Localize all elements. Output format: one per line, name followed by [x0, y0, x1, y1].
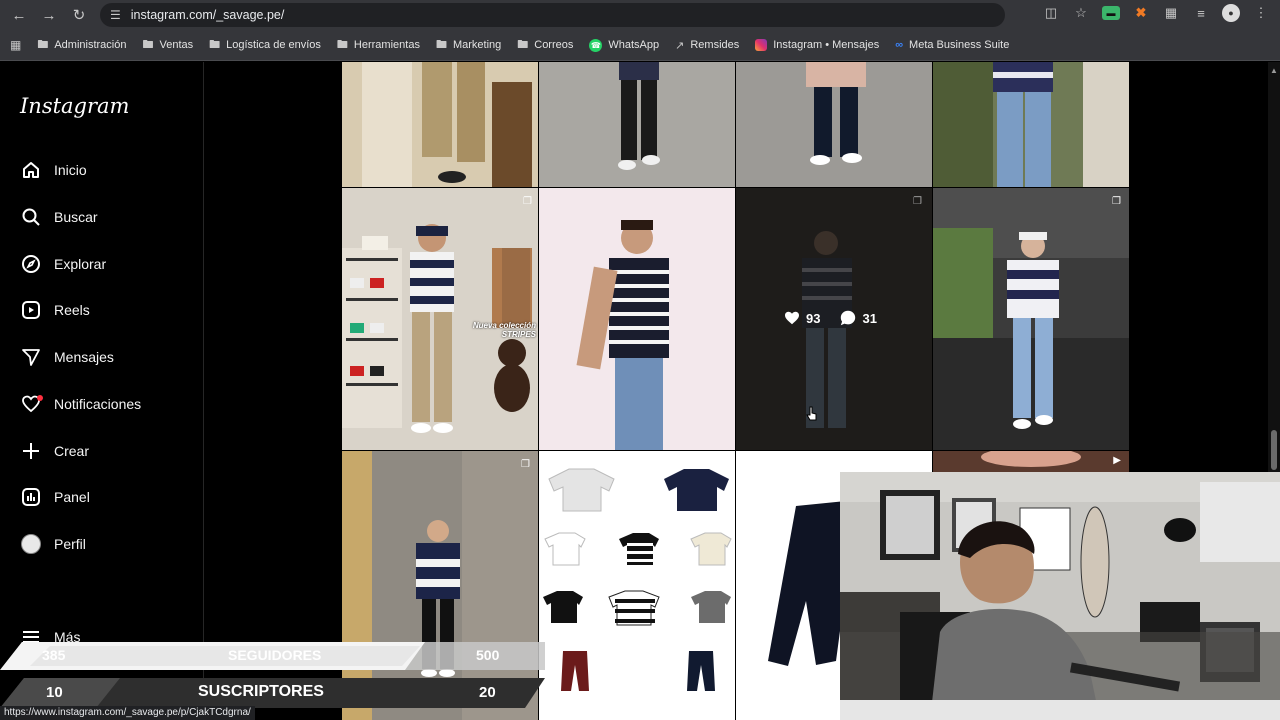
url-text[interactable]: instagram.com/_savage.pe/ — [131, 8, 285, 22]
bookmark-item[interactable]: 🖿 Logística de envíos — [209, 36, 321, 55]
carousel-icon: ❐ — [523, 196, 532, 207]
avatar — [21, 534, 41, 554]
followers-goal-bar: 385 SEGUIDORES 500 — [0, 642, 545, 670]
whatsapp-icon: ☎ — [589, 38, 603, 52]
folder-icon: 🖿 — [37, 38, 49, 51]
hand-cursor-icon — [806, 406, 817, 421]
sidebar-item-crear[interactable]: Crear — [20, 437, 89, 465]
post-thumbnail[interactable]: ▶ — [933, 451, 1129, 473]
extensions-puzzle-icon[interactable]: ▦ — [1162, 5, 1180, 21]
bookmark-item[interactable]: ↗ Remsides — [675, 39, 739, 52]
apps-grid-icon[interactable]: ▦ — [10, 38, 21, 52]
compass-icon — [20, 253, 42, 275]
profile-icon — [20, 533, 42, 555]
profile-avatar-icon[interactable]: ● — [1222, 4, 1240, 22]
extension-orange-icon[interactable]: ✖ — [1132, 5, 1150, 21]
sidebar-item-explorar[interactable]: Explorar — [20, 250, 106, 278]
post-thumbnail[interactable] — [342, 62, 538, 187]
post-thumbnail[interactable] — [539, 62, 735, 187]
bookmark-item[interactable]: ∞ Meta Business Suite — [895, 39, 1009, 51]
search-icon — [20, 206, 42, 228]
plus-icon — [20, 440, 42, 462]
install-app-icon[interactable]: ◫ — [1042, 5, 1060, 21]
site-info-icon[interactable]: ☰ — [110, 8, 121, 22]
forward-icon[interactable]: → — [38, 4, 60, 26]
instagram-sidebar: Instagram Inicio Buscar Explorar Reels M… — [0, 62, 204, 720]
comment-filled-icon — [841, 310, 856, 326]
reel-icon: ▶ — [1113, 455, 1121, 466]
instagram-icon — [755, 39, 768, 51]
post-thumbnail[interactable] — [933, 62, 1129, 187]
scroll-up-icon[interactable]: ▲ — [1270, 66, 1278, 75]
carousel-icon: ❐ — [521, 459, 530, 470]
subs-goal: 20 — [479, 684, 496, 701]
sidebar-item-buscar[interactable]: Buscar — [20, 203, 98, 231]
post-thumbnail[interactable] — [539, 188, 735, 450]
followers-label: SEGUIDORES — [228, 647, 322, 663]
likes-count: 93 — [784, 310, 820, 326]
folder-icon: 🖿 — [517, 38, 529, 51]
post-thumbnail[interactable]: ❐ — [933, 188, 1129, 450]
sidebar-item-panel[interactable]: Panel — [20, 483, 90, 511]
post-caption-overlay: Nueva colección STRIPES — [472, 321, 536, 339]
reading-list-icon[interactable]: ≡ — [1192, 6, 1210, 21]
sidebar-item-notificaciones[interactable]: Notificaciones — [20, 390, 141, 418]
meta-icon: ∞ — [895, 39, 904, 51]
notification-dot — [37, 395, 43, 401]
dashboard-icon — [20, 486, 42, 508]
sidebar-item-mensajes[interactable]: Mensajes — [20, 343, 114, 371]
messenger-icon — [20, 346, 42, 368]
followers-goal: 500 — [476, 647, 500, 663]
folder-icon: 🖿 — [209, 38, 221, 51]
home-icon — [20, 159, 42, 181]
sidebar-item-inicio[interactable]: Inicio — [20, 156, 87, 184]
link-status-bar: https://www.instagram.com/_savage.pe/p/C… — [0, 706, 255, 720]
back-icon[interactable]: ← — [8, 4, 30, 26]
bookmarks-bar: ▦ 🖿 Administración 🖿 Ventas 🖿 Logística de … — [0, 30, 1280, 61]
comments-count: 31 — [840, 310, 877, 326]
bookmark-item[interactable]: 🖿 Correos — [517, 36, 573, 55]
bookmark-item[interactable]: 🖿 Herramientas — [337, 36, 420, 55]
folder-icon: 🖿 — [336, 38, 348, 51]
sidebar-item-perfil[interactable]: Perfil — [20, 530, 86, 558]
remsides-icon: ↗ — [675, 39, 685, 52]
post-thumbnail[interactable] — [736, 62, 932, 187]
extension-green-icon[interactable]: ▬ — [1102, 6, 1120, 20]
folder-icon: 🖿 — [435, 38, 447, 51]
bookmark-item[interactable]: Instagram • Mensajes — [755, 39, 879, 51]
post-thumbnail-nueva-coleccion[interactable]: Nueva colección STRIPES ❐ — [342, 188, 538, 450]
heart-icon — [20, 393, 43, 415]
webcam-overlay — [840, 472, 1280, 720]
post-thumbnail-product-collage[interactable] — [539, 451, 735, 720]
followers-current: 385 — [42, 647, 66, 663]
carousel-icon: ❐ — [913, 196, 922, 207]
post-hover-stats: 93 31 — [784, 310, 877, 326]
bookmark-item[interactable]: 🖿 Marketing — [436, 36, 501, 55]
reels-icon — [20, 299, 42, 321]
browser-toolbar: ← → ↻ ☰ instagram.com/_savage.pe/ ◫ ☆ ▬ … — [0, 0, 1280, 30]
heart-filled-icon — [785, 311, 799, 325]
bookmark-star-icon[interactable]: ☆ — [1072, 5, 1090, 21]
folder-icon: 🖿 — [142, 38, 154, 51]
kebab-menu-icon[interactable]: ⋮ — [1252, 5, 1270, 21]
address-bar[interactable]: ☰ instagram.com/_savage.pe/ — [100, 3, 1005, 27]
scrollbar-thumb[interactable] — [1271, 430, 1277, 470]
carousel-icon: ❐ — [1112, 196, 1121, 207]
bookmark-item[interactable]: 🖿 Ventas — [142, 36, 193, 55]
bookmark-item[interactable]: ☎ WhatsApp — [589, 38, 659, 52]
instagram-logo[interactable]: Instagram — [20, 94, 129, 118]
reload-icon[interactable]: ↻ — [68, 4, 90, 26]
sidebar-item-reels[interactable]: Reels — [20, 296, 90, 324]
subs-label: SUSCRIPTORES — [198, 683, 324, 700]
bookmark-item[interactable]: 🖿 Administración — [37, 36, 126, 55]
subscribers-goal-bar: 10 SUSCRIPTORES 20 — [0, 678, 545, 708]
subs-current: 10 — [46, 684, 63, 701]
